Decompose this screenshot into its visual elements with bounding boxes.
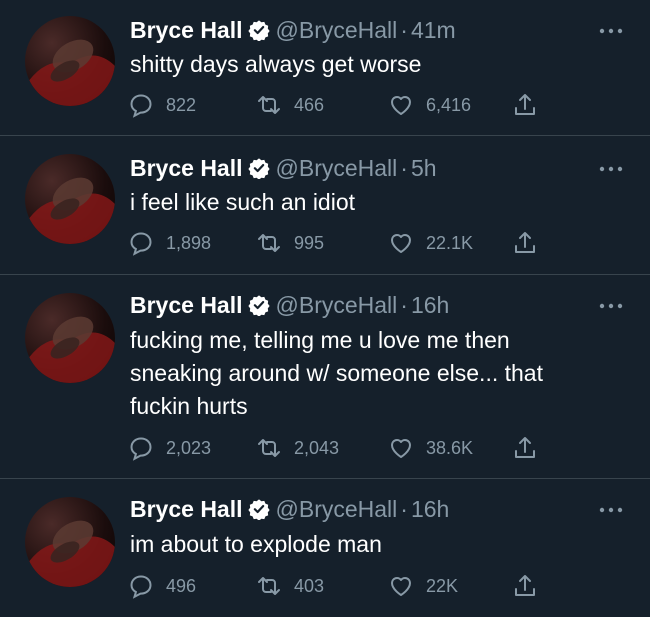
retweet-button[interactable]: 995 — [256, 228, 324, 258]
tweet[interactable]: Bryce Hall @BryceHall · 41m shitty days alw… — [0, 0, 650, 136]
tweet-actions: 1,898 995 22.1K — [128, 228, 568, 258]
tweet-text: shitty days always get worse — [130, 51, 422, 77]
reply-button[interactable]: 496 — [128, 571, 196, 601]
retweet-count: 2,043 — [294, 437, 340, 458]
timestamp[interactable]: 41m — [411, 17, 456, 43]
timestamp[interactable]: 5h — [411, 155, 437, 181]
reply-count: 496 — [166, 575, 197, 596]
avatar[interactable] — [25, 16, 115, 106]
heart-icon — [391, 234, 411, 253]
share-button[interactable] — [512, 571, 550, 601]
retweet-count: 466 — [294, 94, 325, 115]
like-button[interactable]: 22K — [388, 571, 458, 601]
handle[interactable]: @BryceHall — [276, 496, 398, 522]
share-icon — [515, 94, 535, 115]
more-options-icon[interactable] — [598, 505, 624, 515]
verified-badge-icon — [247, 158, 270, 179]
reply-button[interactable]: 1,898 — [128, 228, 211, 258]
more-options-icon[interactable] — [598, 164, 624, 174]
tweet-text: i feel like such an idiot — [130, 189, 356, 215]
retweet-button[interactable]: 2,043 — [256, 433, 339, 463]
heart-icon — [391, 439, 411, 458]
reply-icon — [130, 232, 152, 256]
like-count: 38.6K — [426, 437, 474, 458]
tweet-header: Bryce Hall @BryceHall · 16h — [130, 291, 449, 319]
share-button[interactable] — [512, 228, 550, 258]
avatar[interactable] — [25, 154, 115, 244]
reply-icon — [130, 437, 152, 461]
like-button[interactable]: 22.1K — [388, 228, 473, 258]
reply-count: 1,898 — [166, 232, 212, 253]
reply-icon — [130, 94, 152, 118]
timestamp[interactable]: 16h — [411, 292, 449, 318]
more-options-icon[interactable] — [598, 301, 624, 311]
reply-count: 822 — [166, 94, 197, 115]
verified-badge-icon — [247, 20, 270, 41]
handle[interactable]: @BryceHall — [276, 155, 398, 181]
retweet-button[interactable]: 466 — [256, 90, 324, 120]
reply-count: 2,023 — [166, 437, 212, 458]
retweet-icon — [258, 577, 280, 595]
tweet[interactable]: Bryce Hall @BryceHall · 16h fucking me, tel… — [0, 275, 650, 479]
heart-icon — [391, 577, 411, 596]
avatar[interactable] — [25, 497, 115, 587]
tweet[interactable]: Bryce Hall @BryceHall · 5h i feel like such… — [0, 136, 650, 275]
separator: · — [400, 155, 408, 181]
retweet-button[interactable]: 403 — [256, 571, 324, 601]
separator: · — [400, 496, 408, 522]
handle[interactable]: @BryceHall — [276, 17, 398, 43]
verified-badge-icon — [247, 295, 270, 316]
reply-button[interactable]: 822 — [128, 90, 196, 120]
share-icon — [515, 437, 535, 458]
display-name[interactable]: Bryce Hall — [130, 17, 243, 43]
timestamp[interactable]: 16h — [411, 496, 449, 522]
share-button[interactable] — [512, 90, 550, 120]
tweet-text: im about to explode man — [130, 531, 382, 557]
share-icon — [515, 232, 535, 253]
retweet-count: 403 — [294, 575, 325, 596]
heart-icon — [391, 96, 411, 115]
display-name[interactable]: Bryce Hall — [130, 155, 243, 181]
tweet-text: fucking me, telling me u love me then sn… — [130, 327, 543, 419]
share-icon — [515, 575, 535, 596]
tweet-actions: 496 403 22K — [128, 571, 568, 601]
tweet-actions: 822 466 6,416 — [128, 90, 568, 120]
like-button[interactable]: 6,416 — [388, 90, 471, 120]
like-count: 22.1K — [426, 232, 474, 253]
like-count: 22K — [426, 575, 459, 596]
tweet-actions: 2,023 2,043 38.6K — [128, 433, 568, 463]
avatar[interactable] — [25, 293, 115, 383]
reply-button[interactable]: 2,023 — [128, 433, 211, 463]
tweet[interactable]: Bryce Hall @BryceHall · 16h im about to exp… — [0, 479, 650, 617]
handle[interactable]: @BryceHall — [276, 292, 398, 318]
separator: · — [400, 17, 408, 43]
retweet-icon — [258, 234, 280, 252]
retweet-icon — [258, 96, 280, 114]
retweet-icon — [258, 439, 280, 457]
more-options-icon[interactable] — [598, 26, 624, 36]
display-name[interactable]: Bryce Hall — [130, 496, 243, 522]
share-button[interactable] — [512, 433, 550, 463]
separator: · — [400, 292, 408, 318]
like-count: 6,416 — [426, 94, 472, 115]
tweet-header: Bryce Hall @BryceHall · 5h — [130, 154, 437, 182]
display-name[interactable]: Bryce Hall — [130, 292, 243, 318]
verified-badge-icon — [247, 499, 270, 520]
tweet-header: Bryce Hall @BryceHall · 41m — [130, 16, 456, 44]
like-button[interactable]: 38.6K — [388, 433, 473, 463]
reply-icon — [130, 575, 152, 599]
retweet-count: 995 — [294, 232, 325, 253]
tweet-header: Bryce Hall @BryceHall · 16h — [130, 495, 449, 523]
tweet-feed: Bryce Hall @BryceHall · 41m shitty days alw… — [0, 0, 650, 617]
